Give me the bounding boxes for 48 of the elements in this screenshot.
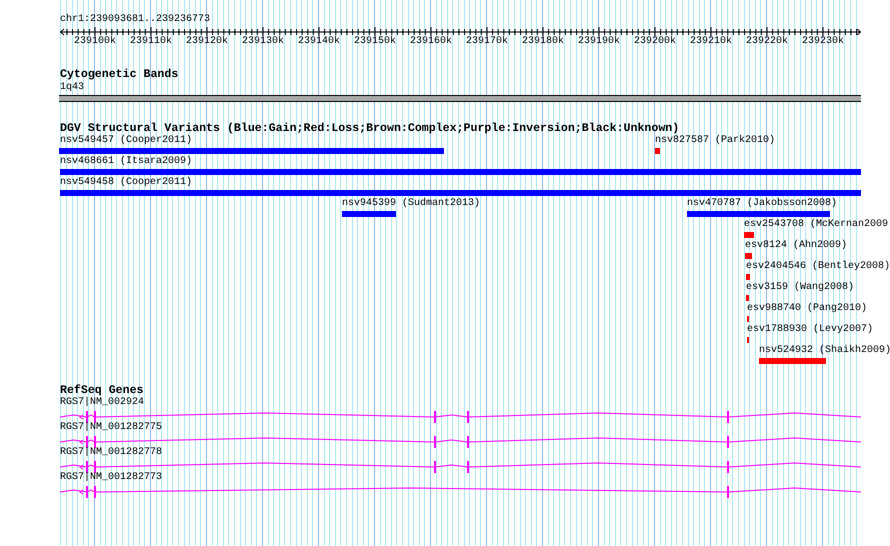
ruler-tick-label: 239180k [522, 37, 564, 47]
variant-label[interactable]: esv988740 (Pang2010) [747, 304, 868, 314]
transcript-label[interactable]: RGS7|NM_002924 [60, 398, 144, 408]
variant-label[interactable]: nsv549457 (Cooper2011) [60, 136, 192, 146]
ruler-tick-label: 239110k [130, 37, 172, 47]
variant-bar[interactable] [759, 358, 826, 364]
variant-label[interactable]: nsv549458 (Cooper2011) [60, 178, 192, 188]
band-label: 1q43 [60, 83, 84, 93]
variant-bar[interactable] [687, 211, 830, 217]
chromosome-location: chr1:239093681..239236773 [60, 15, 210, 25]
ruler-tick-label: 239190k [578, 37, 620, 47]
variant-label[interactable]: nsv468661 (Itsara2009) [60, 157, 192, 167]
transcript-label[interactable]: RGS7|NM_001282778 [60, 448, 162, 458]
track-title: RefSeq Genes [60, 385, 144, 396]
ruler-tick-label: 239160k [410, 37, 452, 47]
variant-bar[interactable] [342, 211, 396, 217]
variant-label[interactable]: esv1788930 (Levy2007) [747, 325, 874, 335]
variant-bar[interactable] [59, 148, 444, 154]
ruler-tick-label: 239140k [298, 37, 340, 47]
track-title: DGV Structural Variants (Blue:Gain;Red:Loss;Brown:Complex;Purple:Inversion;Black:Unknown) [60, 123, 680, 134]
variant-label[interactable]: nsv945399 (Sudmant2013) [342, 199, 480, 209]
variant-bar[interactable] [746, 295, 749, 301]
variant-bar[interactable] [60, 190, 861, 196]
variant-label[interactable]: esv3159 (Wang2008) [746, 283, 854, 293]
variant-label[interactable]: nsv470787 (Jakobsson2008) [687, 199, 838, 209]
variant-label[interactable]: esv8124 (Ahn2009) [745, 241, 848, 251]
ruler-tick-label: 239120k [186, 37, 228, 47]
ruler-tick-label: 239100k [74, 37, 116, 47]
variant-label[interactable]: esv2404546 (Bentley2008) [746, 262, 890, 272]
ruler-tick-label: 239220k [746, 37, 788, 47]
ruler-tick-label: 239200k [634, 37, 676, 47]
variant-bar[interactable] [745, 253, 752, 259]
ruler-tick-label: 239210k [690, 37, 732, 47]
ruler-tick-label: 239170k [466, 37, 508, 47]
variant-label[interactable]: esv2543708 (McKernan2009 [744, 220, 888, 230]
variant-label[interactable]: nsv827587 (Park2010) [655, 136, 776, 146]
transcript-label[interactable]: RGS7|NM_001282773 [60, 473, 162, 483]
track-title: Cytogenetic Bands [60, 69, 178, 80]
gene-model-drawing[interactable] [60, 484, 861, 500]
ruler-tick-label: 239130k [242, 37, 284, 47]
ruler-tick-label: 239230k [802, 37, 844, 47]
variant-bar[interactable] [655, 148, 660, 154]
transcript-label[interactable]: RGS7|NM_001282775 [60, 423, 162, 433]
variant-label[interactable]: nsv524932 (Shaikh2009) [759, 346, 890, 356]
ruler-tick-label: 239150k [354, 37, 396, 47]
variant-bar[interactable] [744, 232, 754, 238]
variant-bar[interactable] [60, 169, 861, 175]
variant-bar[interactable] [746, 274, 750, 280]
